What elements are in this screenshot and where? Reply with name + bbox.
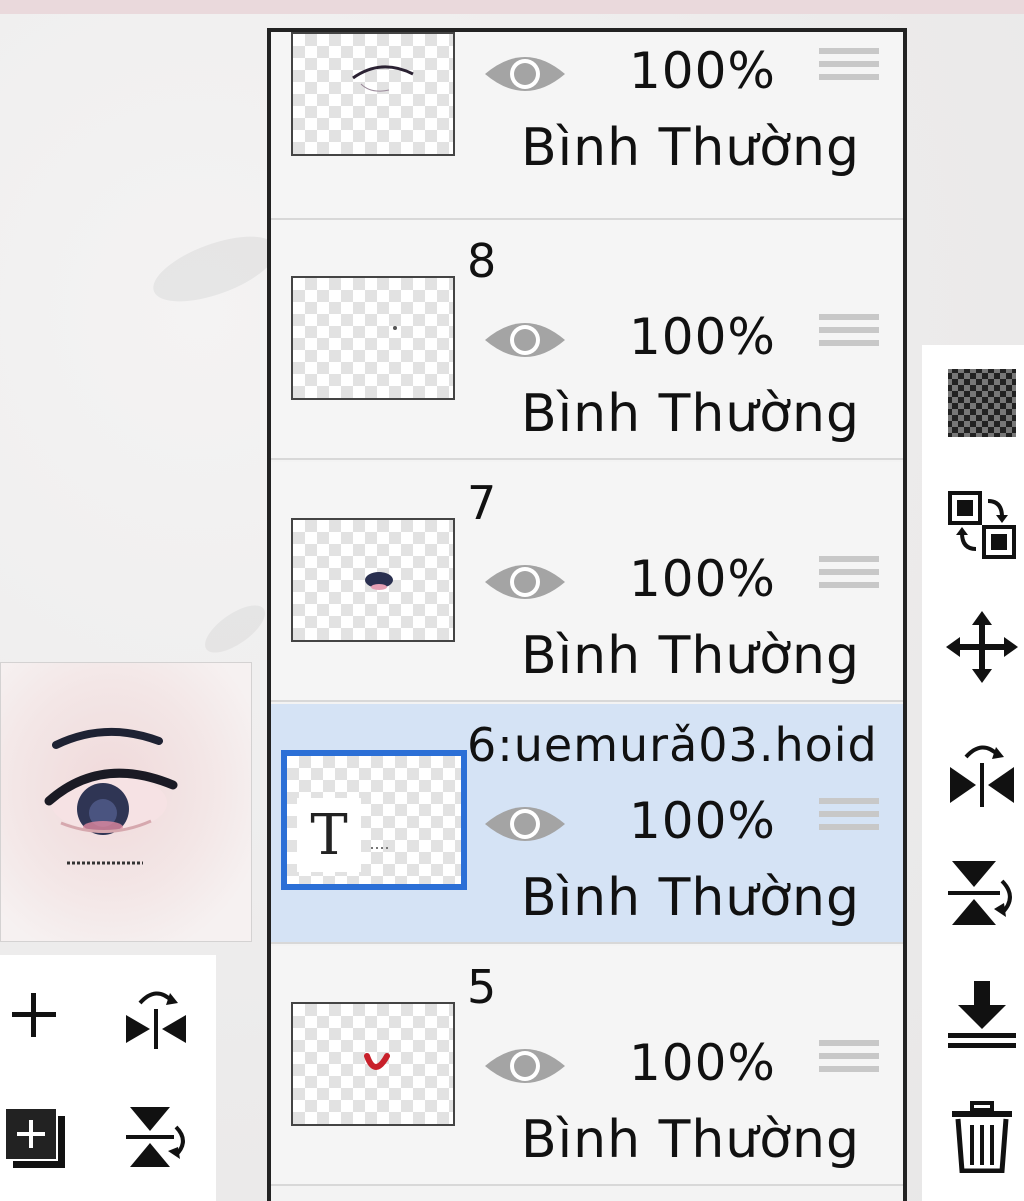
flip-horizontal-graphic <box>126 991 186 1049</box>
layer-row[interactable]: 100% Bình Thường <box>271 32 903 220</box>
layer-name: 6:uemurǎ03.hoid <box>467 718 878 772</box>
blend-mode[interactable]: Bình Thường <box>521 118 860 178</box>
move-arrows-icon[interactable] <box>946 611 1018 683</box>
layer-opacity[interactable]: 100% <box>629 42 776 100</box>
layer-thumbnail[interactable]: T <box>281 750 467 890</box>
top-strip <box>0 0 1024 14</box>
merge-down-icon[interactable] <box>946 979 1018 1051</box>
blend-mode[interactable]: Bình Thường <box>521 626 860 686</box>
layer-row[interactable]: 8 100% Bình Thường <box>271 220 903 460</box>
right-toolbar <box>922 345 1024 1201</box>
tiny-dot-thumb <box>393 326 397 330</box>
checker-graphic <box>948 369 1016 437</box>
layer-thumbnail[interactable] <box>291 518 455 642</box>
flip-vertical-graphic <box>126 1107 185 1167</box>
eye-icon-graphic <box>485 1049 565 1083</box>
drag-handle-icon[interactable] <box>819 556 879 596</box>
flip-horizontal-graphic <box>950 745 1014 807</box>
iris-thumb <box>365 572 393 590</box>
blend-mode[interactable]: Bình Thường <box>521 868 860 928</box>
layer-opacity[interactable]: 100% <box>629 308 776 366</box>
trash-graphic <box>952 1101 1012 1173</box>
canvas-stroke <box>197 596 273 662</box>
layer-opacity[interactable]: 100% <box>629 1034 776 1092</box>
left-toolbar <box>0 955 216 1201</box>
layer-opacity[interactable]: 100% <box>629 550 776 608</box>
move-arrows-graphic <box>946 611 1018 683</box>
blend-mode[interactable]: Bình Thường <box>521 1110 860 1170</box>
red-mark-thumb <box>364 1053 390 1070</box>
add-layer-square-icon[interactable] <box>2 1105 70 1173</box>
swap-layers-graphic <box>948 491 1016 559</box>
flip-horizontal-icon[interactable] <box>946 735 1018 807</box>
layer-thumbnail[interactable] <box>291 32 455 156</box>
eye-icon[interactable] <box>483 1040 567 1096</box>
layers-panel: 100% Bình Thường 8 100% Bình Thường 7 10… <box>267 28 907 1201</box>
eye-icon[interactable] <box>483 556 567 612</box>
drag-handle-icon[interactable] <box>819 798 879 838</box>
eye-icon[interactable] <box>483 314 567 370</box>
eye-icon-graphic <box>485 807 565 841</box>
layer-row[interactable]: 5 100% Bình Thường <box>271 946 903 1186</box>
add-layer-square-graphic <box>4 1107 65 1168</box>
canvas-preview[interactable] <box>0 662 252 942</box>
layer-row-selected[interactable]: T 6:uemurǎ03.hoid 100% Bình Thường <box>271 704 903 944</box>
eye-icon[interactable] <box>483 48 567 104</box>
layer-name: 8 <box>467 234 498 288</box>
layer-name: 5 <box>467 960 498 1014</box>
swap-layers-icon[interactable] <box>946 489 1018 561</box>
trash-icon[interactable] <box>946 1101 1018 1173</box>
eye-icon[interactable] <box>483 798 567 854</box>
eyebrow-stroke-thumb <box>352 65 414 92</box>
text-layer-thumb <box>371 847 391 849</box>
eye-icon-graphic <box>485 57 565 91</box>
transparency-checker-icon[interactable] <box>946 367 1018 439</box>
drag-handle-icon[interactable] <box>819 48 879 88</box>
layer-row[interactable]: 7 100% Bình Thường <box>271 462 903 702</box>
drag-handle-icon[interactable] <box>819 314 879 354</box>
plus-icon-graphic <box>12 993 56 1037</box>
drag-handle-icon[interactable] <box>819 1040 879 1080</box>
flip-vertical-graphic <box>948 861 1012 925</box>
flip-vertical-icon[interactable] <box>946 857 1018 929</box>
flip-vertical-icon[interactable] <box>118 1099 194 1175</box>
blend-mode[interactable]: Bình Thường <box>521 384 860 444</box>
layer-name: 7 <box>467 476 498 530</box>
eye-icon-graphic <box>485 565 565 599</box>
eye-icon-graphic <box>485 323 565 357</box>
canvas-stroke <box>145 223 285 315</box>
layer-thumbnail[interactable] <box>291 276 455 400</box>
layer-opacity[interactable]: 100% <box>629 792 776 850</box>
eye-illustration <box>44 727 178 865</box>
plus-icon[interactable] <box>6 987 62 1043</box>
layer-thumbnail[interactable] <box>291 1002 455 1126</box>
flip-horizontal-icon[interactable] <box>118 979 194 1055</box>
merge-down-graphic <box>948 981 1016 1048</box>
